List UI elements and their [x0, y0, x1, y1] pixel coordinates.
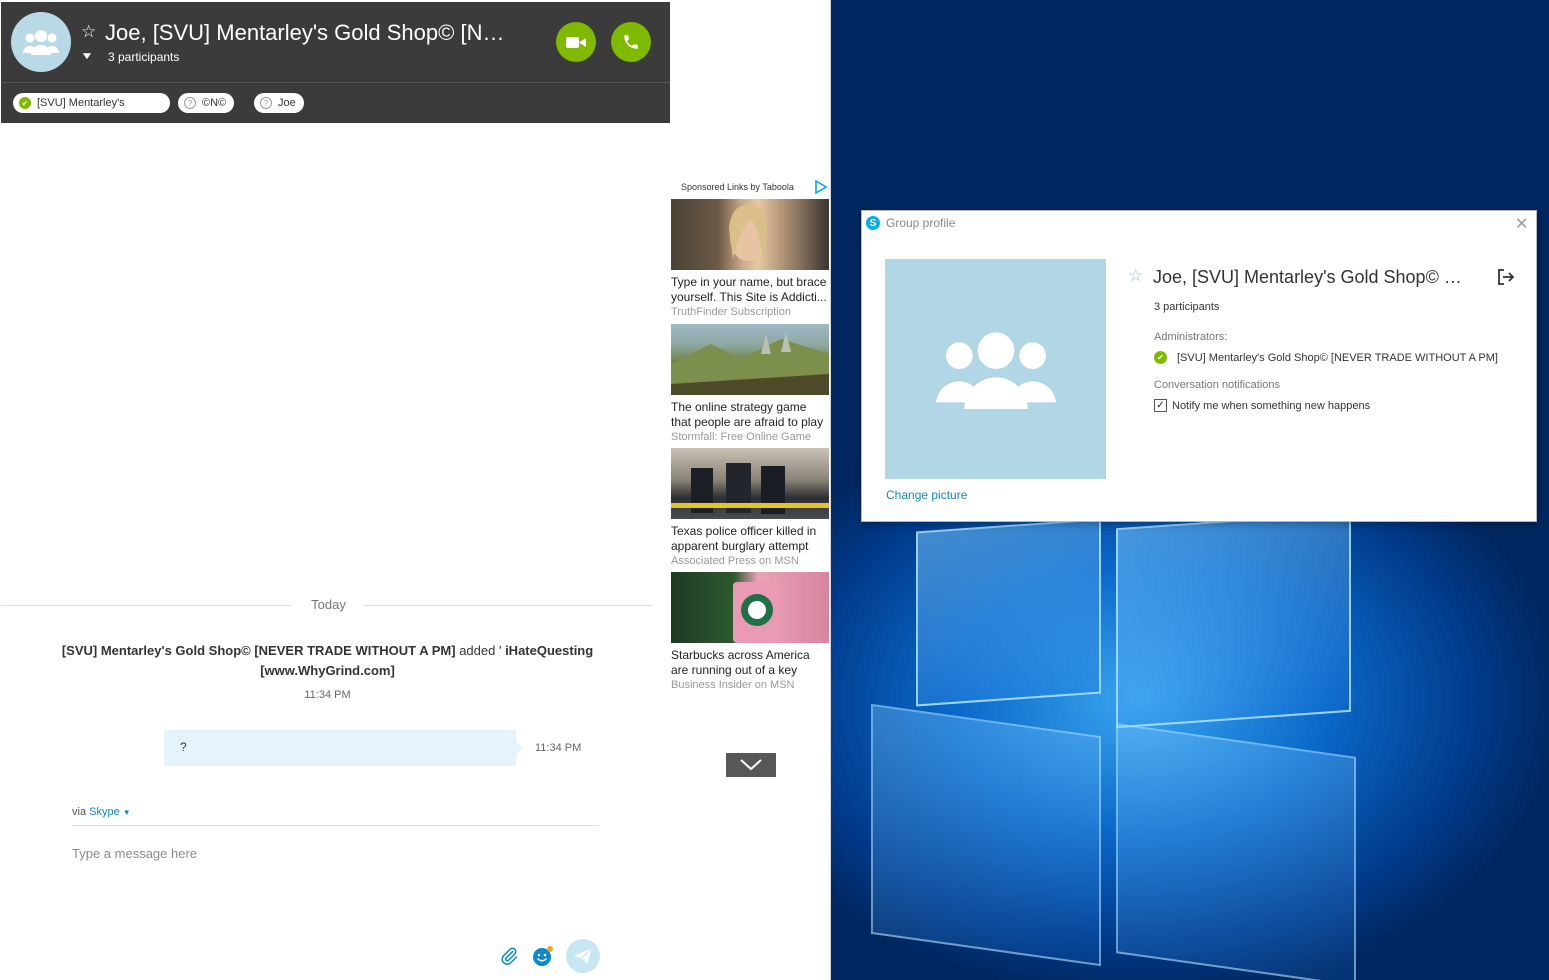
ad-item[interactable]: Type in your name, but brace yourself. T…: [671, 199, 829, 319]
system-message-time: 11:34 PM: [304, 689, 351, 701]
via-service-label: Skype: [89, 806, 120, 818]
group-icon: [23, 30, 59, 55]
close-icon[interactable]: ✕: [1515, 214, 1528, 234]
chat-header: ☆ Joe, [SVU] Mentarley's Gold Shop© [NEV…: [1, 2, 670, 82]
video-call-button[interactable]: [556, 22, 596, 62]
send-icon: [574, 948, 592, 964]
ad-title: Starbucks across America are running out…: [671, 648, 810, 677]
ads-more-button[interactable]: [726, 753, 776, 777]
unknown-status-icon: ?: [184, 97, 196, 109]
notifications-label: Conversation notifications: [1154, 379, 1280, 391]
date-divider-label: Today: [311, 597, 346, 612]
wallpaper-window-pane: [1116, 723, 1356, 980]
chevron-down-icon[interactable]: ▼: [80, 51, 94, 62]
ad-title: Texas police officer killed in apparent …: [671, 524, 817, 553]
chevron-down-icon: [740, 759, 762, 771]
starbucks-drink-image: [733, 582, 781, 643]
wallpaper-window-pane: [871, 703, 1101, 967]
participants-count[interactable]: 3 participants: [108, 50, 179, 64]
emoticon-button[interactable]: [532, 945, 554, 967]
group-participants-count[interactable]: 3 participants: [1154, 301, 1219, 313]
administrator-item[interactable]: ✔ [SVU] Mentarley's Gold Shop© [NEVER TR…: [1154, 351, 1498, 364]
change-picture-link[interactable]: Change picture: [886, 488, 967, 502]
online-status-icon: ✔: [1154, 351, 1167, 364]
send-button[interactable]: [566, 939, 600, 973]
divider-line: [1, 605, 291, 606]
group-name[interactable]: Joe, [SVU] Mentarley's Gold Shop© [NEVER…: [1153, 267, 1463, 288]
system-message: [SVU] Mentarley's Gold Shop© [NEVER TRAD…: [40, 641, 615, 681]
favorite-star-icon[interactable]: ☆: [1128, 266, 1143, 286]
administrators-label: Administrators:: [1154, 331, 1228, 343]
message-bubble[interactable]: ?: [164, 730, 523, 766]
smiley-icon: [533, 946, 553, 966]
ad-item[interactable]: The online strategy game that people are…: [671, 324, 829, 444]
system-message-actor: [SVU] Mentarley's Gold Shop© [NEVER TRAD…: [61, 643, 456, 658]
leave-group-icon[interactable]: [1496, 267, 1516, 287]
chevron-down-icon: ▼: [122, 808, 131, 817]
police-officers-image: [671, 463, 829, 514]
phone-icon: [624, 35, 638, 49]
woman-portrait-image: [729, 204, 767, 261]
favorite-star-icon[interactable]: ☆: [81, 22, 96, 42]
participant-name: Joe: [278, 97, 296, 109]
compose-divider: [72, 825, 599, 826]
date-divider: Today: [1, 597, 653, 613]
notify-option-label: Notify me when something new happens: [1172, 399, 1371, 412]
notify-checkbox[interactable]: ✓: [1154, 399, 1167, 412]
ad-item[interactable]: Starbucks across America are running out…: [671, 572, 829, 692]
ad-item[interactable]: Texas police officer killed in apparent …: [671, 448, 829, 568]
participants-bar: ✔ [SVU] Mentarley's ? ©N© ? Joe: [1, 82, 670, 123]
participant-chip[interactable]: ✔ [SVU] Mentarley's: [13, 93, 170, 113]
participant-name: [SVU] Mentarley's: [37, 97, 125, 109]
ad-thumbnail: [671, 324, 829, 395]
ad-thumbnail: [671, 572, 829, 643]
sponsored-label[interactable]: Sponsored Links by Taboola: [681, 182, 794, 192]
paperclip-icon: [501, 947, 518, 965]
audio-call-button[interactable]: [611, 22, 651, 62]
ad-source: Associated Press on MSN: [671, 555, 799, 567]
dialog-title: Group profile: [886, 216, 956, 230]
message-text: ?: [180, 740, 187, 754]
participant-chip[interactable]: ? ©N©: [178, 93, 235, 113]
unknown-status-icon: ?: [260, 97, 272, 109]
group-profile-dialog: S Group profile ✕ Change picture ☆ Joe, …: [861, 210, 1537, 522]
group-picture[interactable]: [885, 259, 1106, 479]
video-camera-icon: [566, 36, 586, 48]
ad-source: Stormfall: Free Online Game: [671, 431, 811, 443]
chat-title: Joe, [SVU] Mentarley's Gold Shop© [NEVER…: [105, 20, 505, 45]
ad-title: Type in your name, but brace yourself. T…: [671, 275, 827, 304]
ad-title: The online strategy game that people are…: [671, 400, 824, 429]
battle-scene-image: [671, 332, 829, 395]
online-status-icon: ✔: [19, 97, 31, 109]
divider-line: [363, 605, 653, 606]
via-selector: via Skype ▼: [72, 806, 131, 818]
skype-logo-icon: S: [866, 216, 880, 230]
notify-option[interactable]: ✓ Notify me when something new happens: [1154, 399, 1370, 412]
message-time: 11:34 PM: [535, 742, 582, 754]
message-input[interactable]: [72, 843, 599, 863]
wallpaper-window-pane: [916, 518, 1101, 707]
system-message-verb: added ': [455, 643, 506, 658]
group-avatar[interactable]: [11, 12, 71, 72]
participant-chip[interactable]: ? Joe: [254, 93, 304, 113]
attach-file-button[interactable]: [498, 945, 520, 967]
ad-source: Business Insider on MSN: [671, 679, 795, 691]
sponsored-links-panel: Sponsored Links by Taboola Type in your …: [671, 0, 830, 980]
wallpaper-window-pane: [1116, 511, 1351, 729]
via-service-dropdown[interactable]: Skype ▼: [89, 806, 131, 818]
taboola-icon[interactable]: [815, 180, 827, 194]
group-icon: [935, 332, 1056, 409]
participant-name: ©N©: [202, 97, 227, 109]
administrator-name: [SVU] Mentarley's Gold Shop© [NEVER TRAD…: [1177, 351, 1498, 364]
ad-thumbnail: [671, 448, 829, 519]
ad-source: TruthFinder Subscription: [671, 306, 792, 318]
ad-thumbnail: [671, 199, 829, 270]
via-prefix: via: [72, 806, 90, 818]
